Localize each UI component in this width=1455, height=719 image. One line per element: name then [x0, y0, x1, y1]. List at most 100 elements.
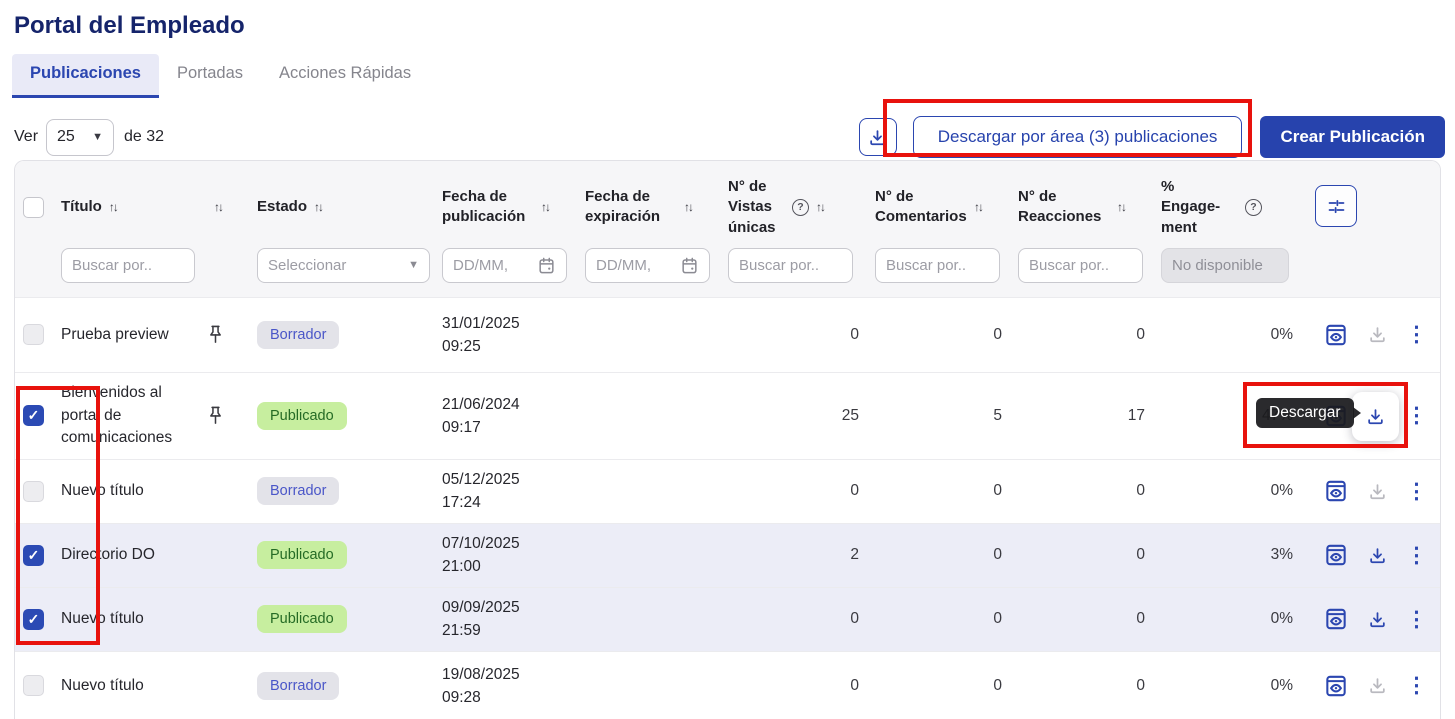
- filter-vistas-input[interactable]: Buscar por..: [728, 248, 853, 283]
- kebab-menu-icon[interactable]: ⋮: [1406, 609, 1427, 630]
- views-count: 2: [726, 524, 873, 587]
- tab-bar: Publicaciones Portadas Acciones Rápidas: [12, 54, 1455, 98]
- column-header-fecha-expiracion[interactable]: Fecha de expiración↑↓: [583, 161, 726, 242]
- chevron-down-icon: ▼: [92, 131, 103, 143]
- sort-icon[interactable]: ↑↓: [214, 199, 222, 215]
- calendar-icon[interactable]: [537, 256, 556, 275]
- publish-time: 09:25: [442, 335, 481, 358]
- publications-table: Título↑↓ ↑↓ Estado↑↓ Fecha de publicació…: [14, 160, 1441, 719]
- column-settings-button[interactable]: [1315, 185, 1357, 227]
- kebab-menu-icon[interactable]: ⋮: [1406, 545, 1427, 566]
- create-publication-button[interactable]: Crear Publicación: [1260, 116, 1445, 158]
- comments-count: 0: [873, 588, 1016, 651]
- download-icon[interactable]: [1368, 610, 1387, 629]
- sort-icon[interactable]: ↑↓: [816, 199, 824, 215]
- sort-icon[interactable]: ↑↓: [684, 199, 692, 215]
- tab-acciones-rapidas[interactable]: Acciones Rápidas: [261, 54, 429, 98]
- publish-time: 17:24: [442, 491, 481, 514]
- page-size-select[interactable]: 25 ▼: [46, 119, 114, 156]
- ver-label: Ver: [14, 128, 38, 146]
- download-icon: [1366, 407, 1385, 426]
- sort-icon[interactable]: ↑↓: [541, 199, 549, 215]
- help-icon[interactable]: ?: [1245, 199, 1262, 216]
- table-row[interactable]: Prueba preview Borrador 31/01/202509:25 …: [15, 297, 1440, 372]
- filter-titulo-input[interactable]: Buscar por..: [61, 248, 195, 283]
- column-header-fecha-publicacion[interactable]: Fecha de publicación↑↓: [440, 161, 583, 242]
- download-icon: [868, 128, 887, 147]
- row-checkbox[interactable]: [23, 481, 44, 502]
- comments-count: 0: [873, 298, 1016, 372]
- row-title: Directorio DO: [59, 524, 205, 587]
- preview-icon[interactable]: [1323, 478, 1349, 504]
- publish-date: 31/01/2025: [442, 312, 520, 335]
- row-checkbox[interactable]: [23, 545, 44, 566]
- preview-icon[interactable]: [1323, 606, 1349, 632]
- tab-portadas[interactable]: Portadas: [159, 54, 261, 98]
- download-icon: [1368, 676, 1387, 695]
- export-button[interactable]: [859, 118, 897, 156]
- column-header-comentarios[interactable]: N° de Comentarios↑↓: [873, 161, 1016, 242]
- kebab-menu-icon[interactable]: ⋮: [1406, 481, 1427, 502]
- download-tooltip: Descargar: [1256, 398, 1354, 428]
- filter-row: Buscar por.. Seleccionar▼ DD/MM, DD/MM, …: [15, 242, 1440, 297]
- filter-comentarios-input[interactable]: Buscar por..: [875, 248, 1000, 283]
- reactions-count: 0: [1016, 524, 1159, 587]
- filter-reacciones-input[interactable]: Buscar por..: [1018, 248, 1143, 283]
- comments-count: 5: [873, 373, 1016, 459]
- kebab-menu-icon[interactable]: ⋮: [1406, 675, 1427, 696]
- comments-count: 0: [873, 652, 1016, 719]
- tab-publicaciones[interactable]: Publicaciones: [12, 54, 159, 98]
- kebab-menu-icon[interactable]: ⋮: [1406, 405, 1427, 426]
- preview-icon[interactable]: [1323, 322, 1349, 348]
- status-badge: Borrador: [257, 477, 339, 505]
- publish-time: 21:00: [442, 555, 481, 578]
- help-icon[interactable]: ?: [792, 199, 809, 216]
- row-title: Prueba preview: [59, 298, 205, 372]
- reactions-count: 0: [1016, 652, 1159, 719]
- table-row[interactable]: Nuevo título Borrador 05/12/202517:24 0 …: [15, 459, 1440, 523]
- sort-icon[interactable]: ↑↓: [974, 199, 982, 215]
- table-row[interactable]: Nuevo título Publicado 09/09/202521:59 0…: [15, 587, 1440, 651]
- table-row[interactable]: Nuevo título Borrador 19/08/202509:28 0 …: [15, 651, 1440, 719]
- publish-date: 09/09/2025: [442, 596, 520, 619]
- row-checkbox[interactable]: [23, 324, 44, 345]
- table-row[interactable]: Bienvenidos al portal de comunicaciones …: [15, 372, 1440, 459]
- comments-count: 0: [873, 524, 1016, 587]
- sort-icon[interactable]: ↑↓: [1117, 199, 1125, 215]
- status-badge: Borrador: [257, 672, 339, 700]
- column-header-titulo[interactable]: Título↑↓: [59, 161, 205, 242]
- column-header-engagement[interactable]: % Engage-ment ?: [1159, 161, 1307, 242]
- row-checkbox[interactable]: [23, 609, 44, 630]
- table-row[interactable]: Directorio DO Publicado 07/10/202521:00 …: [15, 523, 1440, 587]
- column-header-reacciones[interactable]: N° de Reacciones↑↓: [1016, 161, 1159, 242]
- views-count: 0: [726, 588, 873, 651]
- toolbar: Ver 25 ▼ de 32 Descargar por área (3) pu…: [14, 116, 1445, 158]
- publish-date: 07/10/2025: [442, 532, 520, 555]
- filter-estado-select[interactable]: Seleccionar▼: [257, 248, 430, 283]
- filter-fecha-publicacion-input[interactable]: DD/MM,: [442, 248, 567, 283]
- row-checkbox[interactable]: [23, 675, 44, 696]
- sort-icon[interactable]: ↑↓: [109, 199, 117, 215]
- sliders-icon: [1326, 196, 1347, 217]
- calendar-icon[interactable]: [680, 256, 699, 275]
- status-badge: Publicado: [257, 402, 347, 430]
- reactions-count: 0: [1016, 298, 1159, 372]
- select-all-checkbox[interactable]: [23, 197, 44, 218]
- table-header: Título↑↓ ↑↓ Estado↑↓ Fecha de publicació…: [15, 161, 1440, 297]
- row-checkbox[interactable]: [23, 405, 44, 426]
- publish-time: 09:28: [442, 686, 481, 709]
- filter-fecha-expiracion-input[interactable]: DD/MM,: [585, 248, 710, 283]
- download-area-button[interactable]: Descargar por área (3) publicaciones: [913, 116, 1243, 158]
- column-header-estado[interactable]: Estado↑↓: [255, 161, 440, 242]
- row-title: Bienvenidos al portal de comunicaciones: [59, 373, 205, 459]
- column-header-vistas[interactable]: N° de Vistas únicas ?↑↓: [726, 161, 873, 242]
- preview-icon[interactable]: [1323, 673, 1349, 699]
- download-icon[interactable]: [1368, 546, 1387, 565]
- sort-icon[interactable]: ↑↓: [314, 199, 322, 215]
- publish-date: 19/08/2025: [442, 663, 520, 686]
- page-size-value: 25: [57, 128, 75, 146]
- column-header-pin[interactable]: ↑↓: [205, 161, 255, 242]
- kebab-menu-icon[interactable]: ⋮: [1406, 324, 1427, 345]
- publish-time: 09:17: [442, 416, 481, 439]
- preview-icon[interactable]: [1323, 542, 1349, 568]
